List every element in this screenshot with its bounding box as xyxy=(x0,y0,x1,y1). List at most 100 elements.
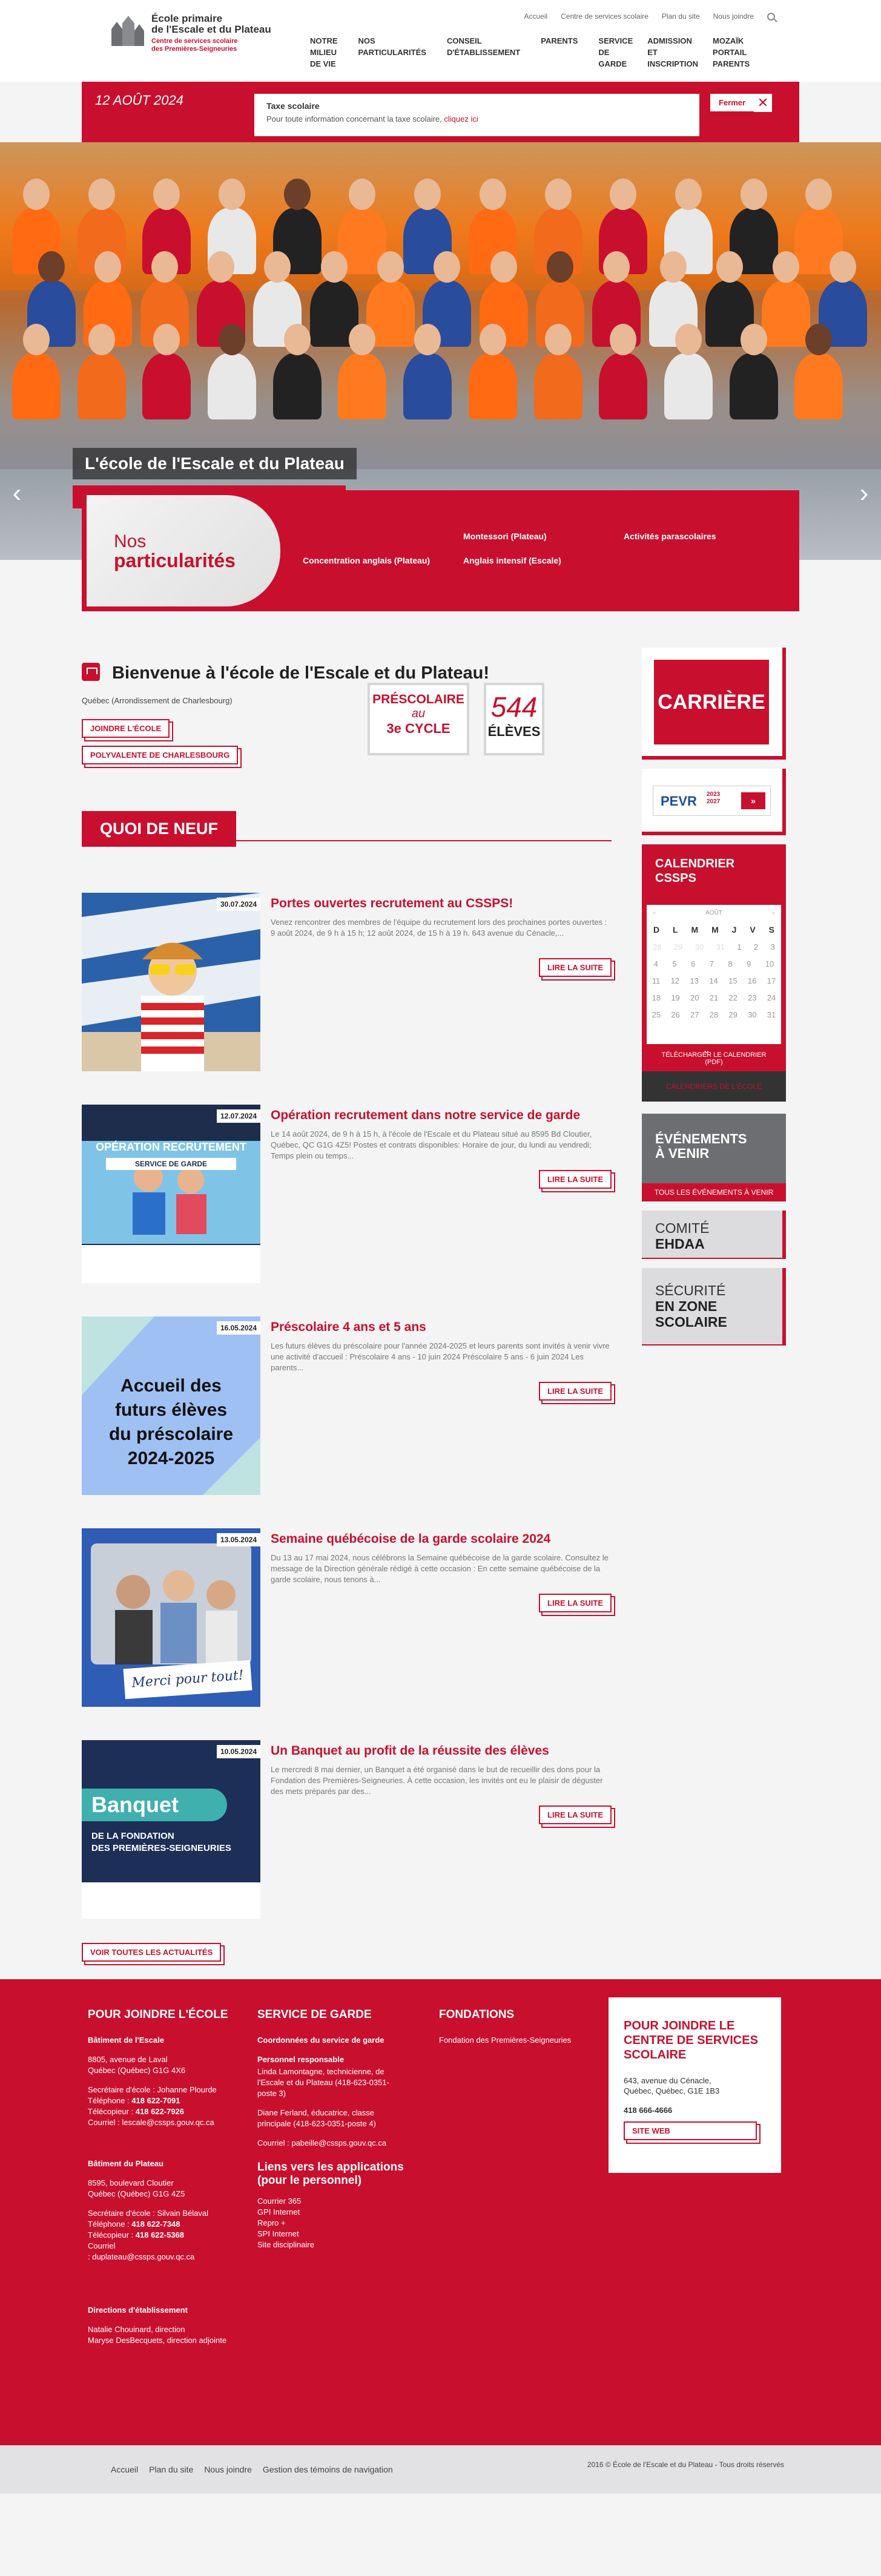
news-item[interactable]: 30.07.2024 Portes ouvertes recrutement a… xyxy=(82,893,612,1074)
calendar-download-link[interactable]: TÉLÉCHARGER LE CALENDRIER (PDF) xyxy=(642,1051,786,1066)
news-image[interactable]: 30.07.2024 xyxy=(82,893,260,1071)
news-image[interactable]: Accueil des futurs élèves du préscolaire… xyxy=(82,1316,260,1495)
calendar-day[interactable]: 1 xyxy=(737,942,741,951)
util-link-plan[interactable]: Plan du site xyxy=(662,12,700,21)
events-tile[interactable]: ÉVÉNEMENTS À VENIR TOUS LES ÉVÉNEMENTS À… xyxy=(642,1114,786,1201)
news-title[interactable]: Semaine québécoise de la garde scolaire … xyxy=(271,1532,610,1546)
slider-next-icon[interactable]: › xyxy=(856,480,873,507)
calendar-day[interactable]: 15 xyxy=(728,976,737,985)
securite-tile[interactable]: SÉCURITÉ EN ZONE SCOLAIRE xyxy=(642,1268,786,1346)
calendar-day[interactable]: 8 xyxy=(728,959,732,968)
calendar-day[interactable]: 19 xyxy=(671,993,679,1002)
bottom-link-cookies[interactable]: Gestion des témoins de navigation xyxy=(263,2465,393,2474)
nav-particularites[interactable]: NOS PARTICULARITÉS xyxy=(358,35,426,70)
news-item[interactable]: Banquet DE LA FONDATION DES PREMIÈRES-SE… xyxy=(82,1740,612,1922)
foundation-link[interactable]: Fondation des Premières-Seigneuries xyxy=(439,2036,571,2045)
site-logo[interactable]: École primaire de l'Escale et du Plateau… xyxy=(109,13,271,53)
bottom-link-plan[interactable]: Plan du site xyxy=(149,2465,193,2474)
cssps-website-button[interactable]: SITE WEB xyxy=(624,2121,757,2140)
calendar-day[interactable]: 7 xyxy=(710,959,714,968)
news-item[interactable]: OPÉRATION RECRUTEMENT SERVICE DE GARDE 1… xyxy=(82,1105,612,1286)
calendar-day[interactable]: 31 xyxy=(767,1010,776,1019)
calendar-day[interactable]: 2 xyxy=(754,942,758,951)
link-anglais-intensif[interactable]: Anglais intensif (Escale) xyxy=(463,556,561,565)
nav-admission[interactable]: ADMISSION ET INSCRIPTION xyxy=(647,35,698,70)
escale-phone[interactable]: 418 622-7091 xyxy=(131,2096,180,2105)
pevr-tile[interactable]: PEVR 2023 2027 » xyxy=(642,769,786,835)
news-title[interactable]: Portes ouvertes recrutement au CSSPS! xyxy=(271,896,610,911)
escale-email-link[interactable]: Courriel : lescale@cssps.gouv.qc.ca xyxy=(88,2118,214,2127)
calendar-day[interactable]: 29 xyxy=(674,942,682,951)
news-image[interactable]: OPÉRATION RECRUTEMENT SERVICE DE GARDE 1… xyxy=(82,1105,260,1283)
calendar-day[interactable]: 25 xyxy=(652,1010,661,1019)
news-image[interactable]: Merci pour tout! 13.05.2024 xyxy=(82,1528,260,1707)
app-link-repro[interactable]: Repro + xyxy=(257,2218,286,2227)
calendar-day[interactable]: 16 xyxy=(748,976,756,985)
all-events-link[interactable]: TOUS LES ÉVÉNEMENTS À VENIR xyxy=(642,1183,786,1201)
school-calendars-link[interactable]: CALENDRIERS DE L'ÉCOLE xyxy=(642,1071,786,1102)
util-link-cssps[interactable]: Centre de services scolaire xyxy=(561,12,648,21)
calendar-day[interactable]: 21 xyxy=(710,993,718,1002)
calendar-day[interactable]: 5 xyxy=(672,959,676,968)
news-item[interactable]: Accueil des futurs élèves du préscolaire… xyxy=(82,1316,612,1498)
app-link-spi[interactable]: SPI Internet xyxy=(257,2229,299,2238)
alert-link[interactable]: cliquez ici xyxy=(444,114,478,123)
calendar-day[interactable]: 30 xyxy=(695,942,704,951)
calendar-day[interactable]: 29 xyxy=(728,1010,737,1019)
read-more-button[interactable]: LIRE LA SUITE xyxy=(539,958,612,977)
calendar-next-icon[interactable]: » xyxy=(771,910,775,916)
news-title[interactable]: Opération recrutement dans notre service… xyxy=(271,1108,610,1123)
nav-service-de-garde[interactable]: SERVICE DE GARDE xyxy=(598,35,633,70)
news-title[interactable]: Préscolaire 4 ans et 5 ans xyxy=(271,1320,610,1335)
calendar-day[interactable]: 3 xyxy=(771,942,775,951)
read-more-button[interactable]: LIRE LA SUITE xyxy=(539,1806,612,1824)
plateau-phone[interactable]: 418 622-7348 xyxy=(131,2220,180,2229)
nav-milieu-de-vie[interactable]: NOTRE MILIEU DE VIE xyxy=(310,35,338,70)
calendar-day[interactable]: 11 xyxy=(652,976,661,985)
career-tile[interactable]: CARRIÈRE xyxy=(642,648,786,760)
search-icon[interactable] xyxy=(767,12,775,21)
calendar-day[interactable]: 27 xyxy=(690,1010,699,1019)
cssps-phone[interactable]: 418 666-4666 xyxy=(624,2106,766,2115)
link-parascolaires[interactable]: Activités parascolaires xyxy=(624,531,716,541)
calendar-day[interactable]: 4 xyxy=(654,959,658,968)
alert-close-button[interactable]: Fermer xyxy=(710,94,754,111)
nav-mozaik[interactable]: MOZAÏK PORTAIL PARENTS xyxy=(713,35,750,70)
calendar-prev-icon[interactable]: « xyxy=(653,910,656,916)
close-icon[interactable]: ✕ xyxy=(754,94,772,112)
util-link-accueil[interactable]: Accueil xyxy=(524,12,547,21)
all-news-button[interactable]: VOIR TOUTES LES ACTUALITÉS xyxy=(82,1943,222,1962)
calendar-day[interactable]: 13 xyxy=(690,976,698,985)
app-link-disciplinaire[interactable]: Site disciplinaire xyxy=(257,2240,314,2249)
calendar-day[interactable]: 24 xyxy=(767,993,776,1002)
slider-prev-icon[interactable]: ‹ xyxy=(8,480,25,507)
calendar-day[interactable]: 26 xyxy=(671,1010,679,1019)
read-more-button[interactable]: LIRE LA SUITE xyxy=(539,1594,612,1612)
util-link-joindre[interactable]: Nous joindre xyxy=(713,12,754,21)
read-more-button[interactable]: LIRE LA SUITE xyxy=(539,1382,612,1401)
bottom-link-accueil[interactable]: Accueil xyxy=(111,2465,138,2474)
read-more-button[interactable]: LIRE LA SUITE xyxy=(539,1170,612,1189)
join-school-button[interactable]: JOINDRE L'ÉCOLE xyxy=(82,719,170,738)
calendar-day[interactable]: 12 xyxy=(671,976,679,985)
calendar-day[interactable]: 30 xyxy=(748,1010,756,1019)
calendar-day[interactable]: 28 xyxy=(710,1010,718,1019)
nav-conseil[interactable]: CONSEIL D'ÉTABLISSEMENT xyxy=(447,35,520,70)
calendar-day[interactable]: 22 xyxy=(728,993,737,1002)
calendar-day[interactable]: 20 xyxy=(690,993,699,1002)
calendar-day[interactable]: 17 xyxy=(767,976,776,985)
calendar-day[interactable]: 18 xyxy=(652,993,661,1002)
daycare-email-link[interactable]: Courriel : pabeille@cssps.gouv.qc.ca xyxy=(257,2138,386,2147)
plateau-email-link[interactable]: : duplateau@cssps.gouv.qc.ca xyxy=(88,2252,194,2261)
news-item[interactable]: Merci pour tout! 13.05.2024 Semaine québ… xyxy=(82,1528,612,1710)
calendar-day[interactable]: 23 xyxy=(748,993,756,1002)
app-link-courrier[interactable]: Courrier 365 xyxy=(257,2196,301,2206)
calendar-day[interactable]: 6 xyxy=(691,959,695,968)
calendar-day[interactable]: 9 xyxy=(747,959,751,968)
link-montessori[interactable]: Montessori (Plateau) xyxy=(463,531,547,541)
comite-ehdaa-tile[interactable]: COMITÉ EHDAA xyxy=(642,1211,786,1259)
calendar-day[interactable]: 31 xyxy=(716,942,725,951)
app-link-gpi[interactable]: GPI Internet xyxy=(257,2207,300,2216)
link-concentration-anglais[interactable]: Concentration anglais (Plateau) xyxy=(303,556,430,565)
news-title[interactable]: Un Banquet au profit de la réussite des … xyxy=(271,1744,610,1758)
